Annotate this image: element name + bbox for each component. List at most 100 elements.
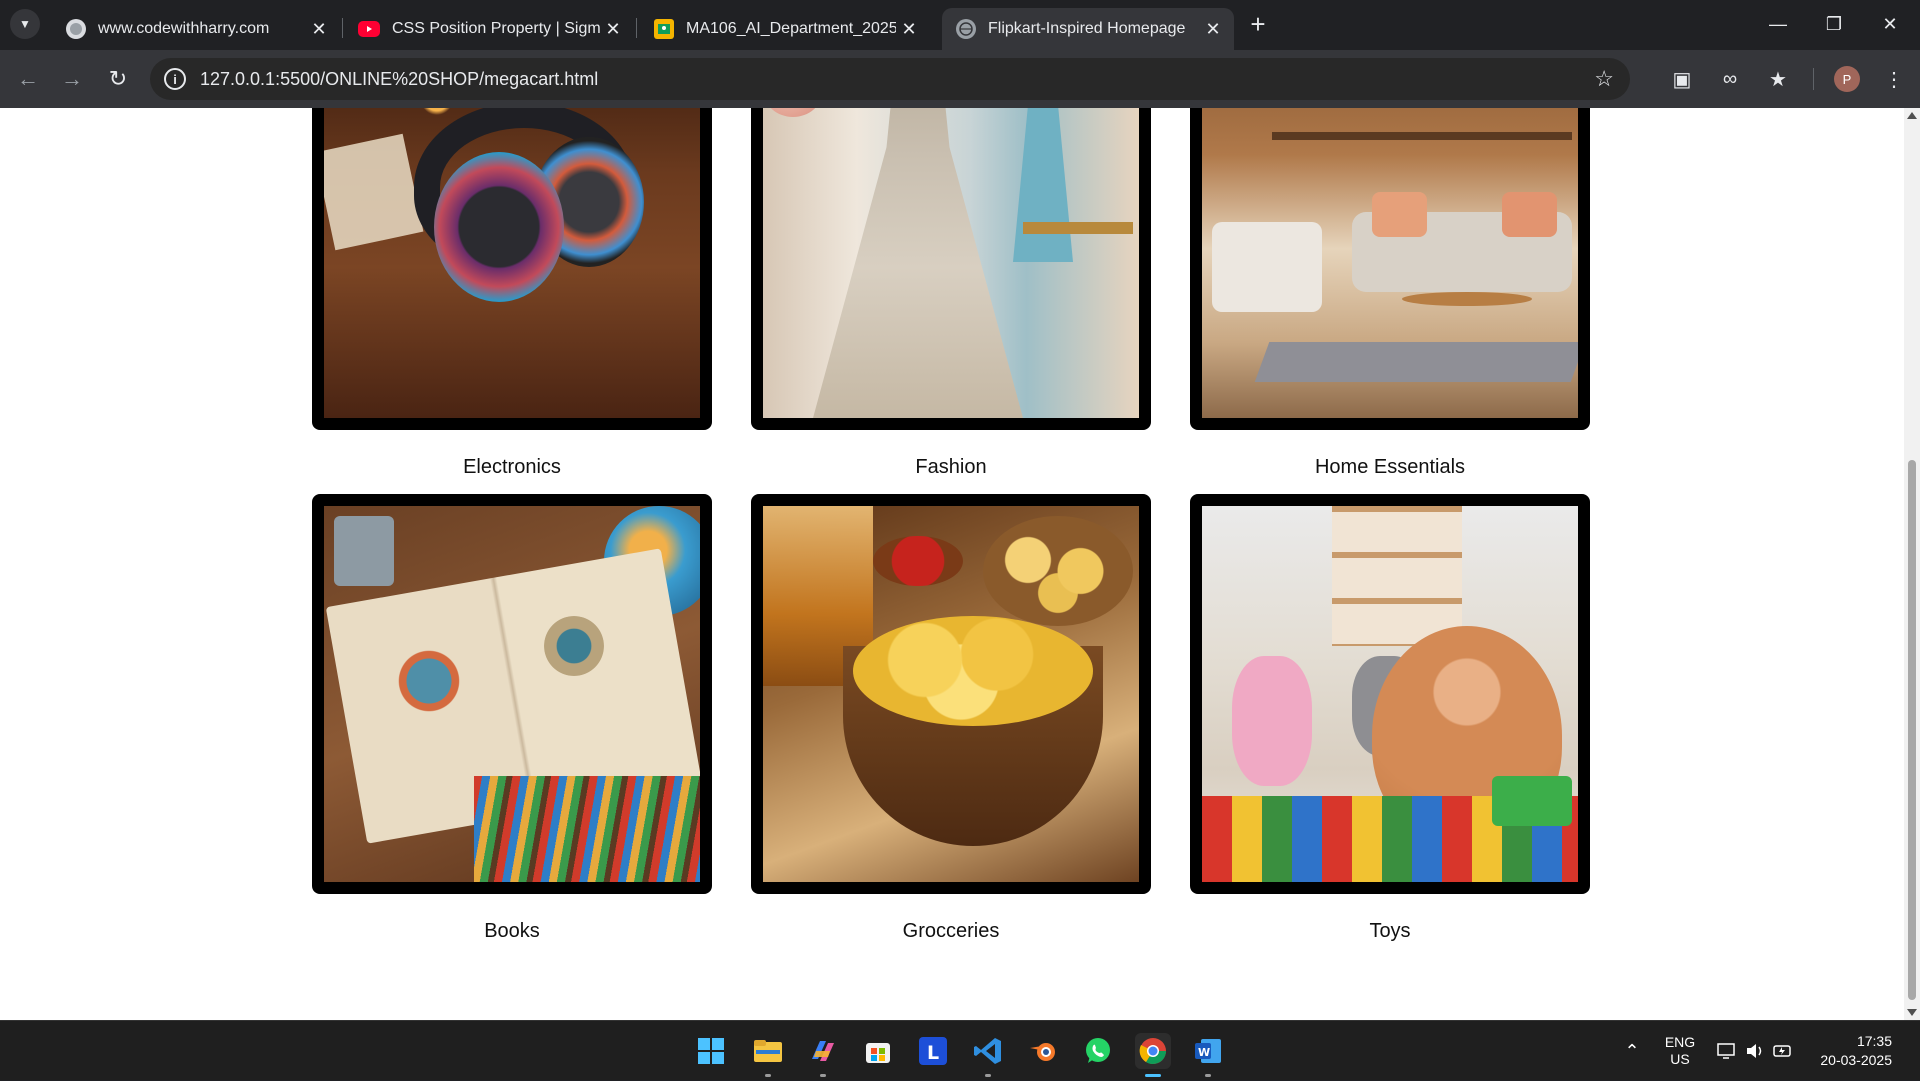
word-icon[interactable]: W (1190, 1033, 1226, 1077)
chrome-icon[interactable] (1135, 1033, 1171, 1077)
copilot-icon[interactable] (805, 1033, 841, 1077)
windows-start-icon[interactable] (693, 1033, 729, 1069)
globe-icon (956, 19, 976, 39)
active-indicator (1145, 1074, 1161, 1077)
battery-charging-icon[interactable] (1770, 1021, 1796, 1081)
favorites-icon[interactable]: ★ (1762, 63, 1794, 95)
tab-divider (342, 18, 343, 38)
language-indicator[interactable]: ENG US (1660, 1021, 1700, 1081)
chips-bowl-photo (763, 506, 1139, 882)
tab-flipkart-homepage[interactable]: Flipkart-Inspired Homepage ✕ (942, 8, 1234, 50)
close-icon[interactable]: ✕ (1200, 16, 1226, 42)
volume-icon[interactable] (1742, 1021, 1768, 1081)
reload-icon: ↻ (108, 66, 128, 91)
minimize-icon: — (1769, 13, 1787, 34)
clock-time: 17:35 (1856, 1033, 1892, 1049)
open-book-photo (324, 506, 700, 882)
category-label: Home Essentials (1314, 456, 1466, 478)
tab-ma106[interactable]: MA106_AI_Department_2025 A ✕ (640, 8, 930, 50)
close-icon[interactable]: ✕ (600, 16, 626, 42)
back-button[interactable]: ← (12, 63, 44, 95)
clock[interactable]: 17:35 20-03-2025 (1808, 1021, 1892, 1081)
tab-css-position[interactable]: CSS Position Property | Sigma W ✕ (344, 8, 634, 50)
plus-icon: + (1250, 8, 1266, 39)
scrollbar-thumb[interactable] (1908, 460, 1916, 1000)
windows-taskbar: L W ⌃ ENG US 17:35 20-03-2025 (0, 1020, 1920, 1080)
living-room-photo (1202, 108, 1578, 418)
tab-codewithharry[interactable]: www.codewithharry.com ✕ (52, 8, 340, 50)
address-bar[interactable]: i 127.0.0.1:5500/ONLINE%20SHOP/megacart.… (150, 58, 1630, 100)
category-label: Fashion (915, 456, 987, 478)
language-code: ENG (1664, 1034, 1696, 1050)
svg-text:W: W (1198, 1046, 1210, 1059)
arrow-right-icon: → (61, 66, 83, 91)
scroll-down-icon[interactable] (1907, 1009, 1917, 1016)
teddy-bear-photo (1202, 506, 1578, 882)
page-viewport: Electronics Fashion Home Essentials Book… (0, 108, 1904, 1020)
category-image-frame (1190, 494, 1590, 894)
category-image-frame (751, 494, 1151, 894)
file-explorer-icon[interactable] (750, 1033, 786, 1077)
headphones-photo (324, 108, 700, 418)
close-icon[interactable]: ✕ (896, 16, 922, 42)
bookmark-star-icon[interactable]: ☆ (1594, 66, 1614, 92)
restore-button[interactable]: ❐ (1806, 0, 1862, 48)
category-label: Grocceries (902, 920, 1000, 942)
screenshot-icon[interactable]: ▣ (1666, 63, 1698, 95)
running-indicator (765, 1074, 771, 1077)
tab-title: MA106_AI_Department_2025 A (686, 20, 896, 37)
close-window-button[interactable]: ✕ (1862, 0, 1918, 48)
browser-toolbar: ← → ↻ i 127.0.0.1:5500/ONLINE%20SHOP/meg… (0, 50, 1920, 108)
forward-button[interactable]: → (56, 63, 88, 95)
reload-button[interactable]: ↻ (102, 63, 134, 95)
category-image-frame (312, 494, 712, 894)
running-indicator (1205, 1074, 1211, 1077)
gown-photo (763, 108, 1139, 418)
page-scrollbar[interactable] (1904, 108, 1920, 1020)
profile-avatar[interactable]: P (1834, 66, 1860, 92)
tab-divider (636, 18, 637, 38)
restore-icon: ❐ (1825, 13, 1843, 34)
category-card-fashion[interactable]: Fashion (751, 108, 1151, 479)
microsoft-store-icon[interactable] (860, 1033, 896, 1069)
category-image-frame (312, 108, 712, 430)
blender-icon[interactable] (1025, 1033, 1061, 1069)
running-indicator (820, 1074, 826, 1077)
close-icon: ✕ (1882, 13, 1898, 34)
arrow-left-icon: ← (17, 66, 39, 91)
tab-strip: ▼ www.codewithharry.com ✕ CSS Position P… (0, 0, 1920, 50)
network-icon[interactable] (1714, 1021, 1740, 1081)
site-info-icon[interactable]: i (164, 68, 186, 90)
classroom-icon (654, 19, 674, 39)
menu-kebab-icon[interactable]: ⋮ (1878, 63, 1910, 95)
show-hidden-icons-button[interactable]: ⌃ (1620, 1021, 1644, 1081)
category-label: Books (484, 920, 540, 942)
running-indicator (985, 1074, 991, 1077)
tab-title: CSS Position Property | Sigma W (392, 20, 600, 37)
category-card-electronics[interactable]: Electronics (312, 108, 712, 479)
vscode-icon[interactable] (970, 1033, 1006, 1077)
category-label: Toys (1369, 920, 1411, 942)
category-image-frame (751, 108, 1151, 430)
tab-search-button[interactable]: ▼ (10, 9, 40, 39)
youtube-icon (358, 21, 380, 37)
toolbar-divider (1813, 68, 1814, 90)
category-card-home-essentials[interactable]: Home Essentials (1190, 108, 1590, 479)
l-app-icon[interactable]: L (915, 1033, 951, 1069)
url-text[interactable]: 127.0.0.1:5500/ONLINE%20SHOP/megacart.ht… (200, 69, 1594, 90)
category-card-grocceries[interactable]: Grocceries (751, 494, 1151, 943)
tab-title: www.codewithharry.com (98, 20, 270, 37)
globe-icon (66, 19, 86, 39)
category-card-books[interactable]: Books (312, 494, 712, 943)
close-icon[interactable]: ✕ (306, 16, 332, 42)
category-label: Electronics (463, 456, 561, 478)
chevron-up-icon: ⌃ (1624, 1040, 1640, 1061)
whatsapp-icon[interactable] (1080, 1033, 1116, 1069)
chevron-down-icon: ▼ (19, 17, 31, 31)
category-card-toys[interactable]: Toys (1190, 494, 1590, 943)
minimize-button[interactable]: — (1750, 0, 1806, 48)
category-image-frame (1190, 108, 1590, 430)
link-icon[interactable]: ∞ (1714, 63, 1746, 95)
scroll-up-icon[interactable] (1907, 112, 1917, 119)
new-tab-button[interactable]: + (1244, 8, 1272, 39)
